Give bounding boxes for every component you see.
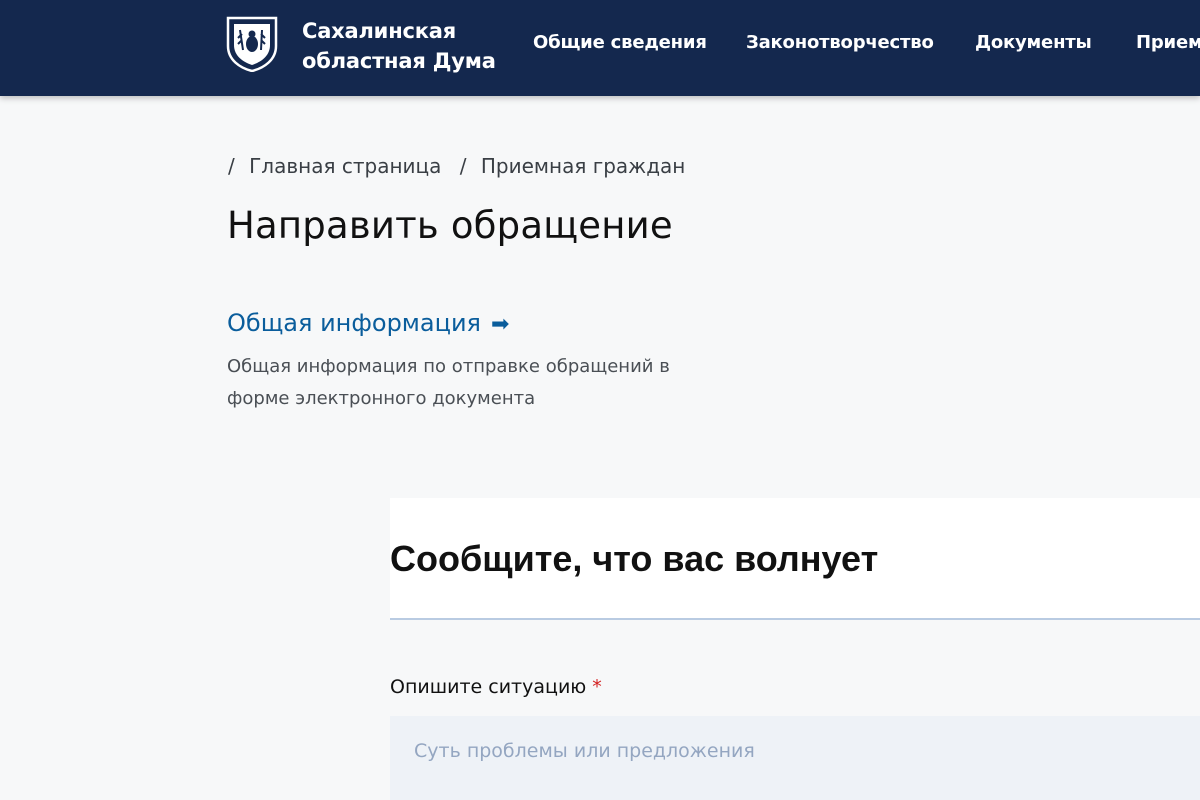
site-header: Сахалинская областная Дума Общие сведени… xyxy=(0,0,1200,96)
arrow-right-icon: ➡ xyxy=(490,312,510,337)
nav-item-documents[interactable]: Документы xyxy=(975,32,1092,53)
org-name-line2: областная Дума xyxy=(302,49,496,73)
breadcrumb: / Главная страница / Приемная граждан xyxy=(228,154,685,178)
situation-label-text: Опишите ситуацию xyxy=(390,676,587,698)
general-info-description: Общая информация по отправке обращений в… xyxy=(227,356,670,409)
nav-item-lawmaking[interactable]: Законотворчество xyxy=(746,32,934,53)
breadcrumb-reception-link[interactable]: Приемная граждан xyxy=(481,154,685,178)
breadcrumb-home-link[interactable]: Главная страница xyxy=(249,154,441,178)
general-info-link-label: Общая информация xyxy=(227,309,481,337)
nav-item-reception[interactable]: Прием xyxy=(1136,32,1200,53)
form-header-card: Сообщите, что вас волнует xyxy=(390,498,1200,620)
general-info-link[interactable]: Общая информация ➡ xyxy=(227,309,509,337)
breadcrumb-separator: / xyxy=(459,154,467,178)
required-asterisk: * xyxy=(592,676,602,698)
situation-textarea[interactable] xyxy=(390,716,1200,800)
coat-of-arms-icon[interactable] xyxy=(226,16,278,72)
org-name-line1: Сахалинская xyxy=(302,19,457,43)
breadcrumb-separator: / xyxy=(228,154,235,178)
form-title: Сообщите, что вас волнует xyxy=(390,538,879,579)
page-title: Направить обращение xyxy=(227,204,673,247)
nav-item-general-info[interactable]: Общие сведения xyxy=(533,32,707,53)
situation-field-label: Опишите ситуацию * xyxy=(390,676,602,698)
org-name[interactable]: Сахалинская областная Дума xyxy=(302,16,496,76)
